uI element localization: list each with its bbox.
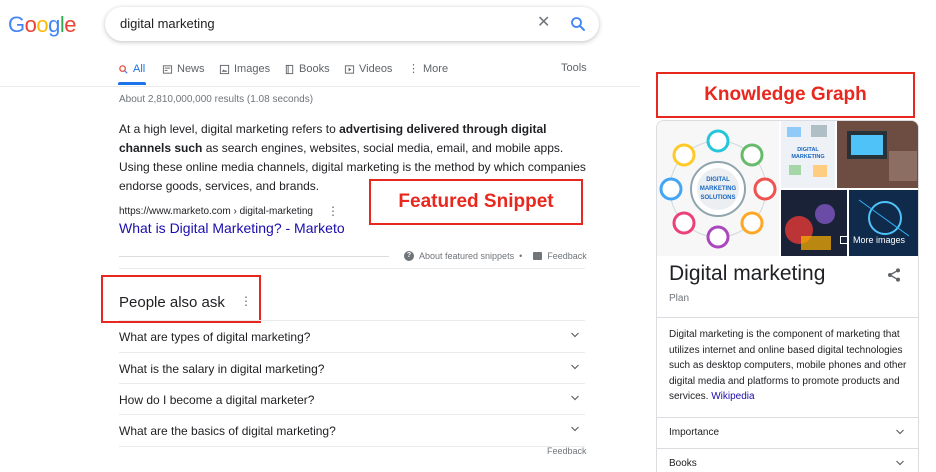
news-icon (162, 64, 173, 74)
featured-snippet-annotation: Featured Snippet (369, 179, 583, 225)
paa-question[interactable]: What are the basics of digital marketing… (119, 414, 585, 446)
marketing-illustration: DIGITAL MARKETING (787, 125, 827, 177)
kp-row-label: Books (669, 458, 697, 469)
help-icon: ? (404, 251, 414, 261)
chevron-down-icon (571, 332, 579, 338)
tab-label: News (177, 63, 205, 75)
snippet-footer: ? About featured snippets • Feedback (404, 251, 587, 261)
snippet-divider (119, 256, 389, 257)
share-icon[interactable] (886, 267, 902, 283)
knowledge-panel-image[interactable]: DIGITAL MARKETING SOLUTIONS (657, 121, 779, 256)
tab-label: More (423, 63, 449, 75)
image-icon (840, 236, 849, 244)
result-divider (119, 268, 585, 269)
tech-photo (849, 190, 918, 256)
knowledge-panel-title: Digital marketing (669, 262, 826, 285)
paa-question-text: What is the salary in digital marketing? (119, 362, 325, 376)
result-title-link[interactable]: What is Digital Marketing? - Marketo (119, 220, 345, 236)
tab-label: All (133, 63, 146, 75)
separator-dot: • (519, 251, 523, 261)
more-vert-icon: ⋮ (408, 62, 419, 75)
chevron-down-icon (571, 364, 579, 370)
more-images-label: More images (853, 235, 906, 245)
kp-row-importance[interactable]: Importance (657, 417, 918, 447)
logo-letter: e (64, 12, 77, 37)
google-logo[interactable]: Google (8, 12, 77, 38)
image-text: DIGITAL (797, 147, 819, 153)
kp-row-label: Importance (669, 427, 720, 438)
logo-letter: o (36, 12, 49, 37)
logo-letter: g (48, 12, 60, 37)
people-also-ask-title: People also ask (119, 294, 225, 311)
chevron-down-icon (896, 460, 904, 466)
header-divider (0, 86, 640, 87)
feedback-link[interactable]: Feedback (547, 446, 587, 456)
logo-letter: o (24, 12, 37, 37)
laptop-photo (837, 121, 918, 188)
result-url-text: https://www.marketo.com › digital-market… (119, 205, 313, 217)
knowledge-panel-subtitle: Plan (669, 293, 690, 304)
more-images-button[interactable]: More images (840, 235, 905, 245)
tab-more[interactable]: ⋮ More (408, 62, 448, 76)
feedback-icon (533, 252, 543, 260)
paa-question-text: How do I become a digital marketer? (119, 393, 315, 407)
result-stats: About 2,810,000,000 results (1.08 second… (119, 94, 314, 105)
about-featured-snippets-link[interactable]: About featured snippets (419, 251, 514, 261)
knowledge-panel-divider (657, 317, 918, 318)
tab-label: Videos (359, 63, 393, 75)
paa-question-text: What are types of digital marketing? (119, 330, 311, 344)
logo-letter: G (8, 12, 25, 37)
search-box[interactable]: digital marketing ✕ (105, 7, 599, 41)
image-icon (219, 64, 230, 74)
paa-question[interactable]: What is the salary in digital marketing? (119, 352, 585, 384)
tab-books[interactable]: Books (284, 62, 330, 76)
search-icon (119, 64, 128, 74)
tab-images[interactable]: Images (219, 62, 270, 76)
knowledge-panel-description: Digital marketing is the component of ma… (669, 327, 909, 405)
description-text: Digital marketing is the component of ma… (669, 329, 907, 402)
marketing-wheel-illustration: DIGITAL MARKETING SOLUTIONS (659, 129, 777, 249)
book-icon (285, 64, 294, 74)
search-icon[interactable] (569, 15, 587, 33)
search-input[interactable]: digital marketing (120, 16, 215, 31)
tools-button[interactable]: Tools (561, 62, 587, 74)
kp-row-books[interactable]: Books (657, 448, 918, 472)
close-icon[interactable]: ✕ (537, 13, 550, 33)
wikipedia-link[interactable]: Wikipedia (711, 391, 754, 402)
chevron-down-icon (896, 429, 904, 435)
knowledge-panel-image[interactable] (849, 190, 918, 256)
play-icon (344, 64, 355, 74)
feedback-link[interactable]: Feedback (547, 251, 587, 261)
result-url[interactable]: https://www.marketo.com › digital-market… (119, 204, 339, 218)
wheel-text: MARKETING (700, 186, 737, 192)
paa-question[interactable]: How do I become a digital marketer? (119, 383, 585, 415)
tab-videos[interactable]: Videos (344, 62, 392, 76)
knowledge-panel-image[interactable] (781, 190, 847, 256)
knowledge-panel: DIGITAL MARKETING SOLUTIONS DIGITAL MARK… (656, 120, 919, 472)
more-vert-icon[interactable]: ⋮ (327, 204, 339, 218)
tab-label: Images (234, 63, 271, 75)
wheel-text: DIGITAL (706, 177, 730, 183)
tab-label: Books (299, 63, 330, 75)
knowledge-panel-image[interactable]: DIGITAL MARKETING (781, 121, 835, 188)
wheel-text: SOLUTIONS (700, 195, 735, 201)
tab-news[interactable]: News (162, 62, 205, 76)
tab-all[interactable]: All (118, 62, 145, 76)
image-text: MARKETING (791, 154, 824, 160)
knowledge-graph-annotation: Knowledge Graph (656, 72, 915, 118)
chevron-down-icon (571, 426, 579, 432)
network-photo (781, 190, 847, 256)
more-vert-icon[interactable]: ⋮ (240, 294, 252, 308)
knowledge-panel-image[interactable] (837, 121, 918, 188)
paa-divider (119, 446, 585, 447)
active-tab-indicator (118, 82, 146, 85)
paa-question[interactable]: What are types of digital marketing? (119, 320, 585, 352)
snippet-text: At a high level, digital marketing refer… (119, 122, 340, 136)
chevron-down-icon (571, 395, 579, 401)
paa-question-text: What are the basics of digital marketing… (119, 424, 336, 438)
